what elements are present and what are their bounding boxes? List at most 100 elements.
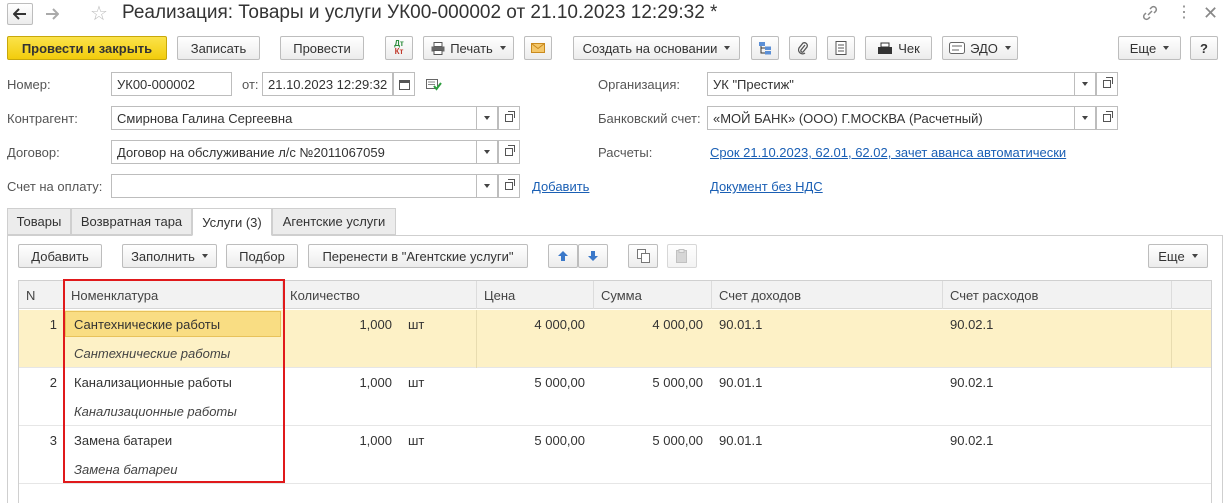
bank-account-dropdown[interactable] (1075, 106, 1096, 130)
invoice-open-button[interactable] (498, 174, 520, 198)
counterparty-open-button[interactable] (498, 106, 520, 130)
copy-button[interactable] (628, 244, 658, 268)
bank-account-field[interactable]: «МОЙ БАНК» (ООО) Г.МОСКВА (Расчетный) (707, 106, 1075, 130)
invoice-dropdown[interactable] (477, 174, 498, 198)
arrow-down-icon (588, 251, 598, 261)
col-header-n[interactable]: N (19, 281, 63, 309)
tab-agent-services[interactable]: Агентские услуги (272, 208, 396, 235)
counterparty-field[interactable]: Смирнова Галина Сергеевна (111, 106, 477, 130)
edo-button[interactable]: ЭДО (942, 36, 1018, 60)
organization-field[interactable]: УК "Престиж" (707, 72, 1075, 96)
col-header-price[interactable]: Цена (476, 281, 593, 309)
tab-returnable-packaging[interactable]: Возвратная тара (71, 208, 192, 235)
row-number: 2 (49, 375, 57, 390)
fill-button[interactable]: Заполнить (122, 244, 217, 268)
add-row-button[interactable]: Добавить (18, 244, 102, 268)
organization-open-button[interactable] (1096, 72, 1118, 96)
report-button[interactable] (827, 36, 855, 60)
structure-button[interactable] (751, 36, 779, 60)
row-quantity[interactable]: 1,000 (282, 433, 392, 448)
row-price[interactable]: 5 000,00 (476, 375, 585, 390)
bank-account-open-button[interactable] (1096, 106, 1118, 130)
hierarchy-icon (759, 42, 771, 55)
move-up-button[interactable] (548, 244, 578, 268)
help-button[interactable]: ? (1190, 36, 1218, 60)
row-income-account[interactable]: 90.01.1 (719, 375, 762, 390)
row-expense-account[interactable]: 90.02.1 (950, 433, 993, 448)
highlight-frame (63, 279, 285, 483)
create-based-on-dropdown-icon (724, 46, 731, 50)
receipt-button[interactable]: Чек (865, 36, 932, 60)
printer-icon (431, 41, 445, 55)
counterparty-label: Контрагент: (7, 111, 78, 126)
contract-field[interactable]: Договор на обслуживание л/с №2011067059 (111, 140, 477, 164)
paste-icon (675, 249, 687, 263)
posted-status-icon (426, 77, 442, 94)
settlements-link[interactable]: Срок 21.10.2023, 62.01, 62.02, зачет ава… (710, 145, 1066, 160)
row-unit[interactable]: шт (408, 317, 424, 332)
print-button[interactable]: Печать (423, 36, 514, 60)
col-header-expense-account[interactable]: Счет расходов (942, 281, 1171, 309)
row-sum[interactable]: 5 000,00 (593, 375, 703, 390)
row-price[interactable]: 5 000,00 (476, 433, 585, 448)
row-unit[interactable]: шт (408, 375, 424, 390)
row-expense-account[interactable]: 90.02.1 (950, 375, 993, 390)
date-field[interactable]: 21.10.2023 12:29:32 (262, 72, 393, 96)
row-number: 3 (49, 433, 57, 448)
invoice-dropdown-icon (484, 184, 490, 188)
row-income-account[interactable]: 90.01.1 (719, 317, 762, 332)
organization-dropdown[interactable] (1075, 72, 1096, 96)
bank-account-dropdown-icon (1082, 116, 1088, 120)
more-button[interactable]: Еще (1118, 36, 1181, 60)
post-and-close-button[interactable]: Провести и закрыть (7, 36, 167, 60)
tab-services[interactable]: Услуги (3) (192, 208, 272, 236)
select-button[interactable]: Подбор (226, 244, 298, 268)
row-sum[interactable]: 5 000,00 (593, 433, 703, 448)
post-button[interactable]: Провести (280, 36, 364, 60)
row-income-account[interactable]: 90.01.1 (719, 433, 762, 448)
tab-services-label: Услуги (3) (202, 214, 262, 230)
col-header-income-account[interactable]: Счет доходов (711, 281, 942, 309)
col-header-sum[interactable]: Сумма (593, 281, 711, 309)
back-button[interactable] (7, 3, 33, 25)
table-more-button[interactable]: Еще (1148, 244, 1208, 268)
col-header-quantity[interactable]: Количество (282, 281, 476, 309)
vat-link[interactable]: Документ без НДС (710, 179, 823, 194)
move-to-agent-services-button[interactable]: Перенести в "Агентские услуги" (308, 244, 528, 268)
add-invoice-link[interactable]: Добавить (532, 179, 589, 194)
receipt-label: Чек (898, 40, 920, 56)
more-vertical-icon[interactable]: ⋮ (1176, 4, 1192, 24)
row-price[interactable]: 4 000,00 (476, 317, 585, 332)
row-quantity[interactable]: 1,000 (282, 317, 392, 332)
number-field[interactable]: УК00-000002 (111, 72, 232, 96)
cash-register-icon (878, 42, 893, 54)
save-button[interactable]: Записать (177, 36, 260, 60)
calendar-button[interactable] (393, 72, 415, 96)
tab-goods[interactable]: Товары (7, 208, 71, 235)
attach-button[interactable] (789, 36, 817, 60)
more-dropdown-icon (1163, 46, 1170, 50)
copy-icon (636, 249, 650, 263)
create-based-on-button[interactable]: Создать на основании (573, 36, 740, 60)
settlements-label: Расчеты: (598, 145, 653, 160)
move-down-button[interactable] (578, 244, 608, 268)
row-quantity[interactable]: 1,000 (282, 375, 392, 390)
row-expense-account[interactable]: 90.02.1 (950, 317, 993, 332)
invoice-field[interactable] (111, 174, 477, 198)
forward-button[interactable] (37, 3, 67, 25)
contract-open-button[interactable] (498, 140, 520, 164)
email-button[interactable] (524, 36, 552, 60)
contract-dropdown[interactable] (477, 140, 498, 164)
row-unit[interactable]: шт (408, 433, 424, 448)
tab-goods-label: Товары (16, 214, 62, 229)
dt-kt-button[interactable]: Дт Кт (385, 36, 413, 60)
print-dropdown-icon (499, 46, 506, 50)
row-sum[interactable]: 4 000,00 (593, 317, 703, 332)
close-icon[interactable]: ✕ (1203, 2, 1223, 24)
paste-button[interactable] (667, 244, 697, 268)
edo-label: ЭДО (970, 40, 998, 56)
link-icon[interactable] (1142, 5, 1160, 23)
post-label: Провести (293, 40, 351, 56)
favorite-star-icon[interactable]: ☆ (90, 3, 114, 25)
counterparty-dropdown[interactable] (477, 106, 498, 130)
